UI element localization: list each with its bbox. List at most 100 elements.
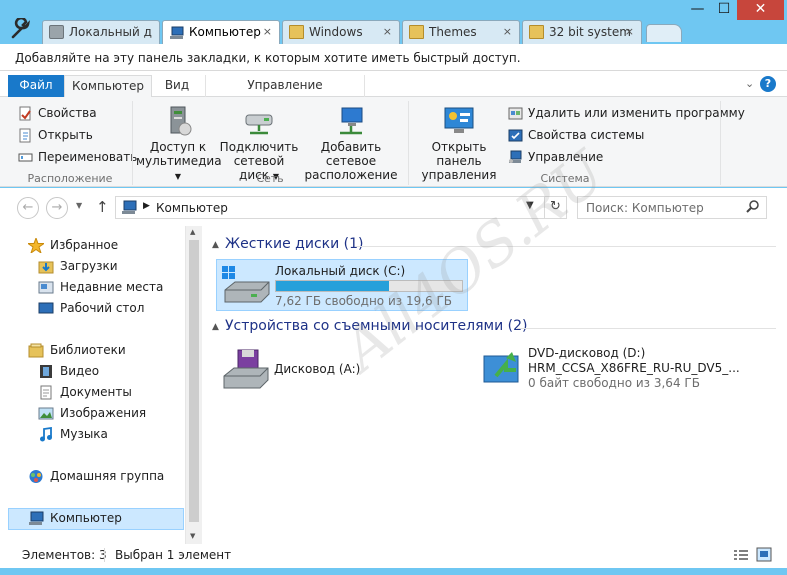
nav-recent-places[interactable]: Недавние места [38, 278, 163, 298]
group-divider [356, 246, 776, 247]
maximize-button[interactable]: ☐ [711, 0, 737, 20]
status-divider [104, 548, 105, 562]
open-button[interactable]: Открыть [18, 126, 93, 146]
tab-themes[interactable]: Themes × [402, 20, 520, 44]
bookmarks-bar: Добавляйте на эту панель закладки, к кот… [0, 44, 787, 71]
drive-icon [49, 25, 64, 39]
details-view-icon[interactable] [733, 548, 749, 570]
search-input[interactable]: Поиск: Компьютер [577, 196, 767, 219]
scroll-down-icon[interactable]: ▼ [190, 532, 195, 540]
drive-d-tile[interactable]: DVD-дисковод (D:) HRM_CCSA_X86FRE_RU-RU_… [480, 344, 780, 394]
window-frame-bottom [0, 568, 787, 575]
tab-windows[interactable]: Windows × [282, 20, 400, 44]
navigation-pane: Избранное Загрузки Недавние места Рабочи… [0, 226, 202, 544]
add-network-location-button[interactable]: Добавить сетевое расположение [300, 105, 402, 182]
recent-locations-chevron-icon[interactable]: ▼ [76, 201, 82, 210]
drive-c-tile[interactable]: Локальный диск (C:) 7,62 ГБ свободно из … [216, 259, 468, 311]
help-icon[interactable]: ? [760, 76, 776, 92]
ribbon-tab-strip: Файл Компьютер Вид Управление ⌄ ? [0, 71, 787, 98]
status-item-count: Элементов: 3 [22, 548, 107, 562]
drive-c-free: 7,62 ГБ свободно из 19,6 ГБ [275, 294, 453, 308]
collapse-chevron-icon[interactable]: ▲ [212, 240, 219, 250]
drive-d-name: DVD-дисковод (D:) [528, 346, 646, 360]
search-icon[interactable] [746, 199, 760, 216]
nav-documents[interactable]: Документы [38, 383, 132, 403]
scroll-thumb[interactable] [189, 240, 199, 522]
close-button[interactable]: ✕ [737, 0, 784, 20]
new-tab-button[interactable] [646, 24, 682, 42]
large-icons-view-icon[interactable] [756, 547, 772, 569]
tab-32-bit-system[interactable]: 32 bit system × [522, 20, 642, 44]
hard-drive-icon [221, 264, 271, 309]
pictures-icon [38, 406, 54, 421]
control-panel-button[interactable]: Открыть панель управления [412, 105, 506, 182]
ribbon-separator [408, 101, 409, 185]
tab-close-icon[interactable]: × [503, 21, 512, 43]
address-bar[interactable]: ▶ Компьютер ▼ ↻ [115, 196, 567, 219]
nav-libraries[interactable]: Библиотеки [28, 341, 126, 361]
group-header-removable[interactable]: Устройства со съемными носителями (2) [225, 318, 527, 334]
wrench-icon[interactable] [10, 16, 34, 40]
manage-button[interactable]: Управление [508, 148, 603, 168]
tab-local-disk[interactable]: Локальный д [42, 20, 160, 44]
nav-desktop[interactable]: Рабочий стол [38, 299, 144, 319]
nav-homegroup[interactable]: Домашняя группа [28, 467, 164, 487]
uninstall-program-button[interactable]: Удалить или изменить программу [508, 104, 745, 124]
group-label-network: Сеть [256, 172, 284, 185]
tab-computer-ribbon[interactable]: Компьютер [64, 75, 152, 98]
group-label-location: Расположение [27, 172, 113, 185]
drive-d-label: HRM_CCSA_X86FRE_RU-RU_DV5_... [528, 361, 740, 375]
up-button[interactable]: ↑ [96, 198, 109, 216]
computer-icon [169, 25, 184, 39]
rename-icon [18, 150, 33, 165]
nav-computer[interactable]: Компьютер [28, 509, 122, 529]
media-server-icon [161, 105, 195, 137]
tab-file[interactable]: Файл [8, 75, 64, 97]
breadcrumb-chevron-icon[interactable]: ▶ [143, 201, 150, 211]
tab-manage[interactable]: Управление [205, 75, 365, 97]
tab-close-icon[interactable]: × [263, 21, 272, 43]
scroll-up-icon[interactable]: ▲ [190, 228, 195, 236]
libraries-icon [28, 343, 44, 358]
computer-management-icon [508, 150, 523, 165]
system-properties-button[interactable]: Свойства системы [508, 126, 644, 146]
tab-computer[interactable]: Компьютер × [162, 20, 280, 45]
nav-scrollbar[interactable]: ▲ ▼ [185, 226, 202, 544]
tab-view[interactable]: Вид [157, 75, 197, 97]
forward-button[interactable]: → [46, 197, 68, 219]
rename-button[interactable]: Переименовать [18, 148, 137, 168]
address-row: ← → ▼ ↑ ▶ Компьютер ▼ ↻ Поиск: Компьютер [0, 188, 787, 226]
drive-c-name: Локальный диск (C:) [275, 264, 406, 278]
tab-close-icon[interactable]: × [625, 21, 634, 43]
status-bar: Элементов: 3 Выбран 1 элемент [0, 544, 787, 568]
collapse-chevron-icon[interactable]: ▲ [212, 322, 219, 332]
ribbon-separator [132, 101, 133, 185]
back-button[interactable]: ← [17, 197, 39, 219]
network-drive-icon [242, 105, 276, 137]
drive-c-usage-fill [276, 281, 389, 291]
drive-a-tile[interactable]: Дисковод (A:) [216, 344, 468, 394]
minimize-button[interactable]: — [684, 0, 711, 20]
tab-close-icon[interactable]: × [383, 21, 392, 43]
floppy-drive-icon [220, 346, 270, 393]
homegroup-icon [28, 469, 44, 484]
nav-music[interactable]: Музыка [38, 425, 108, 445]
breadcrumb-computer[interactable]: Компьютер [156, 201, 228, 215]
chevron-down-icon[interactable]: ▼ [526, 200, 534, 211]
properties-button[interactable]: Свойства [18, 104, 97, 124]
chevron-down-icon[interactable]: ⌄ [745, 77, 754, 90]
programs-icon [508, 106, 523, 121]
recent-places-icon [38, 280, 54, 295]
nav-pictures[interactable]: Изображения [38, 404, 146, 424]
video-icon [38, 364, 54, 379]
documents-icon [38, 385, 54, 400]
nav-downloads[interactable]: Загрузки [38, 257, 118, 277]
refresh-button[interactable]: ↻ [544, 197, 566, 218]
music-icon [38, 426, 54, 442]
search-placeholder: Поиск: Компьютер [586, 201, 704, 215]
title-bar: Локальный д Компьютер × Windows × Themes… [0, 0, 787, 45]
nav-favorites[interactable]: Избранное [26, 236, 118, 256]
drive-d-free: 0 байт свободно из 3,64 ГБ [528, 376, 700, 390]
group-header-hard-disks[interactable]: Жесткие диски (1) [225, 236, 363, 252]
nav-video[interactable]: Видео [38, 362, 99, 382]
